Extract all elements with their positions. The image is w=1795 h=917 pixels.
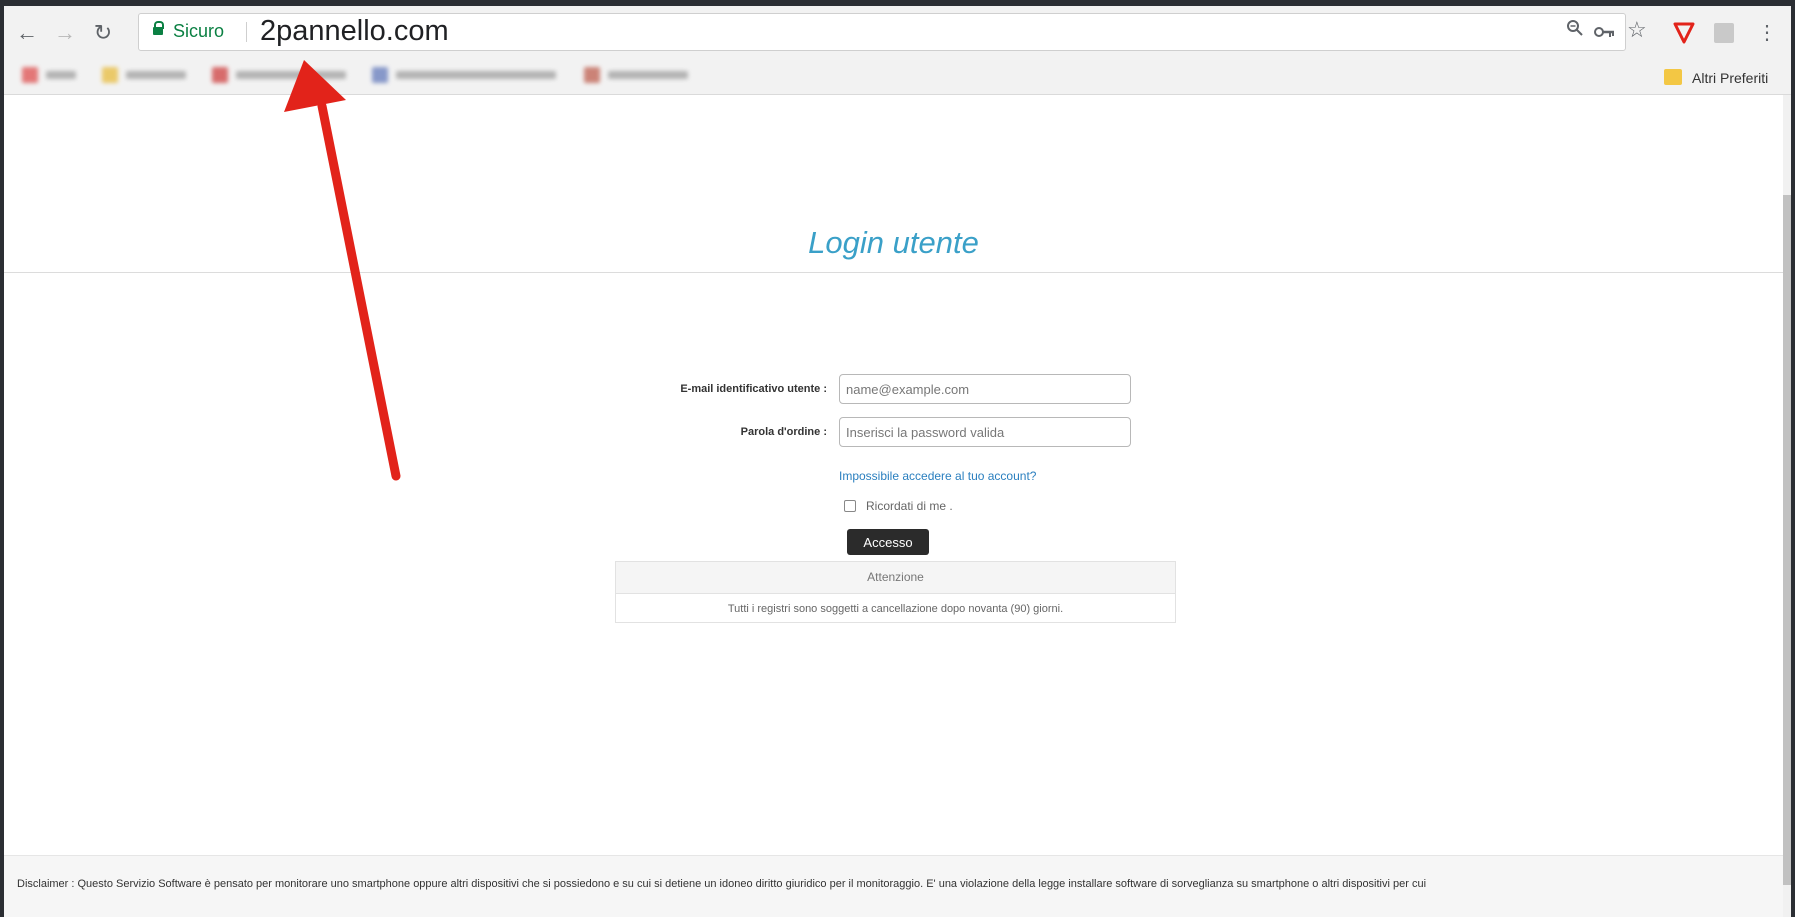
browser-window: ← → ↻ Sicuro 2pannello.com ☆ ⋮ Altri Pre… (4, 6, 1791, 917)
annotation-arrow-icon (284, 60, 401, 481)
